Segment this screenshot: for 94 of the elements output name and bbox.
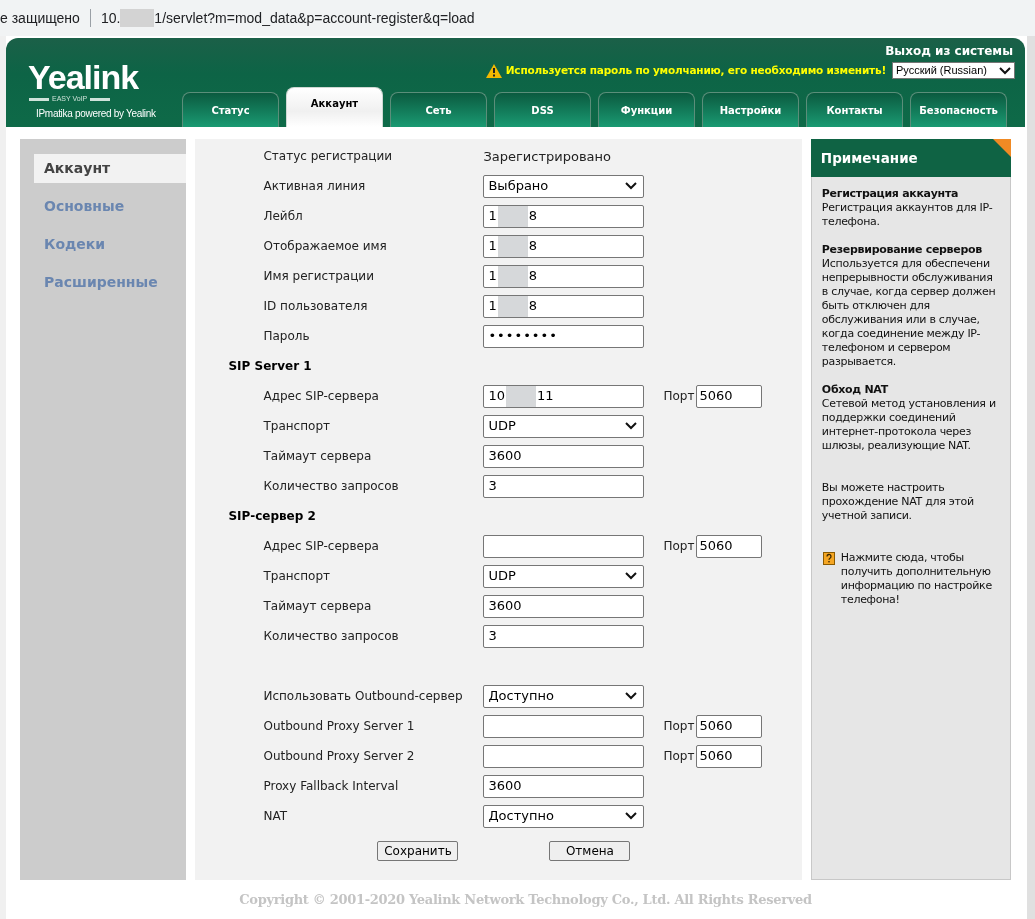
input-field[interactable] xyxy=(483,534,645,558)
nav-tab[interactable]: Аккаунт xyxy=(286,87,383,127)
logo: Yealink xyxy=(28,60,140,94)
redaction-mark xyxy=(497,235,528,257)
select-field[interactable]: UDP xyxy=(483,564,645,588)
note-text: Сетевой метод установления и поддержки соединений интернет-протокола через шлюзы, реализующие NAT. xyxy=(821,397,997,453)
form-button[interactable]: Сохранить xyxy=(377,841,459,861)
nav-tab[interactable]: Контакты xyxy=(806,92,903,127)
input-field[interactable]: 1 8 xyxy=(483,204,645,228)
select-field[interactable]: Выбрано xyxy=(483,174,645,198)
nav-tab[interactable]: Безопасность xyxy=(910,92,1007,127)
note-heading: Резервирование серверов xyxy=(821,243,983,257)
section-heading: SIP Server 1 xyxy=(228,358,312,375)
port-label: Порт xyxy=(663,748,695,765)
field-label: Активная линия xyxy=(262,178,367,195)
port-field[interactable]: 5060 xyxy=(696,714,763,738)
field-label: Транспорт xyxy=(262,568,331,585)
redaction-mark xyxy=(497,265,528,287)
note-text: Вы можете настроить прохождение NAT для этой учетной записи. xyxy=(821,481,975,523)
field-label: Количество запросов xyxy=(262,628,400,645)
input-field[interactable]: 1 8 xyxy=(483,264,645,288)
logout-link[interactable]: Выход из системы xyxy=(885,42,1013,60)
language-select[interactable]: Русский (Russian) xyxy=(892,62,1015,79)
select-field[interactable]: UDP xyxy=(483,414,645,438)
status-value: Зарегистрировано xyxy=(483,149,611,164)
port-field[interactable]: 5060 xyxy=(696,744,763,768)
redaction-mark xyxy=(497,205,528,227)
select-field[interactable]: Доступно xyxy=(483,804,645,828)
nav-tab[interactable]: Настройки xyxy=(702,92,799,127)
caret-icon xyxy=(999,66,1011,75)
field-label: Статус регистрации xyxy=(262,148,394,165)
field-label: Таймаут сервера xyxy=(262,448,373,465)
corner-icon xyxy=(993,139,1011,157)
input-field[interactable]: 3 xyxy=(483,624,645,648)
field-label: Пароль xyxy=(262,328,311,345)
note-heading: Регистрация аккаунта xyxy=(821,187,960,201)
nav-tab[interactable]: Сеть xyxy=(390,92,487,127)
note-title: Примечание xyxy=(820,148,918,168)
port-field[interactable]: 5060 xyxy=(696,384,763,408)
input-field[interactable]: 3600 xyxy=(483,774,645,798)
note-heading: Обход NAT xyxy=(821,383,890,397)
caret-icon xyxy=(625,812,638,820)
input-field[interactable]: 3600 xyxy=(483,594,645,618)
password-field[interactable]: •••••••• xyxy=(483,324,645,348)
port-label: Порт xyxy=(663,388,695,405)
help-link[interactable]: Нажмите сюда, чтобы получить дополнительную информацию по настройке телефона! xyxy=(840,551,1000,607)
note-text: Используется для обеспечени непрерывности обслуживания в случае, когда сервер должен быть отключен для обслуживания или в случае, когда соединение между IP-телефоном и сервером разрывается. xyxy=(821,257,997,369)
warning-message: Используется пароль по умолчанию, его необходимо изменить! xyxy=(505,62,886,78)
field-label: ID пользователя xyxy=(262,298,369,315)
field-label: Таймаут сервера xyxy=(262,598,373,615)
input-field[interactable] xyxy=(483,744,645,768)
redaction-mark xyxy=(497,295,528,317)
field-label: Proxy Fallback Interval xyxy=(262,778,400,795)
url-text[interactable]: 10. xyxy=(100,7,121,29)
field-label: Количество запросов xyxy=(262,478,400,495)
caret-icon xyxy=(625,572,638,580)
field-label: Адрес SIP-сервера xyxy=(262,388,380,405)
nav-tab[interactable]: Функции xyxy=(598,92,695,127)
caret-icon xyxy=(625,692,638,700)
input-field[interactable]: 10 11 xyxy=(483,384,645,408)
field-label: Имя регистрации xyxy=(262,268,375,285)
input-field[interactable]: 3 xyxy=(483,474,645,498)
nav-tab[interactable]: DSS xyxy=(494,92,591,127)
help-icon[interactable] xyxy=(822,552,835,565)
warning-icon xyxy=(485,63,502,78)
field-label: Адрес SIP-сервера xyxy=(262,538,380,555)
port-field[interactable]: 5060 xyxy=(696,534,763,558)
security-label: е защищено xyxy=(0,8,80,28)
copyright-text: Copyright © 2001-2020 Yealink Network Technology Co., Ltd. All Rights Reserved xyxy=(239,891,812,909)
section-heading: SIP-сервер 2 xyxy=(228,508,316,525)
field-label: Отображаемое имя xyxy=(262,238,388,255)
redaction-mark xyxy=(506,385,536,407)
sidebar-item[interactable]: Аккаунт xyxy=(34,154,187,183)
caret-icon xyxy=(625,422,638,430)
field-label: Использовать Outbound-сервер xyxy=(262,688,464,705)
input-field[interactable]: 1 8 xyxy=(483,234,645,258)
note-text: Регистрация аккаунтов для IP-телефона. xyxy=(821,201,994,229)
redaction-mark xyxy=(120,9,155,27)
input-field[interactable] xyxy=(483,714,645,738)
input-field[interactable]: 1 8 xyxy=(483,294,645,318)
field-label: Outbound Proxy Server 1 xyxy=(262,718,416,735)
field-label: Outbound Proxy Server 2 xyxy=(262,748,416,765)
caret-icon xyxy=(625,182,638,190)
port-label: Порт xyxy=(663,538,695,555)
field-label: NAT xyxy=(262,808,289,825)
port-label: Порт xyxy=(663,718,695,735)
url-text[interactable]: 1/servlet?m=mod_data&p=account-register&q=load xyxy=(154,7,475,29)
nav-tab[interactable]: Статус xyxy=(182,92,279,127)
powered-by-text: IPmatika powered by Yealink xyxy=(36,107,157,121)
form-button[interactable]: Отмена xyxy=(549,841,631,861)
field-label: Транспорт xyxy=(262,418,331,435)
field-label: Лейбл xyxy=(262,208,304,225)
select-field[interactable]: Доступно xyxy=(483,684,645,708)
input-field[interactable]: 3600 xyxy=(483,444,645,468)
